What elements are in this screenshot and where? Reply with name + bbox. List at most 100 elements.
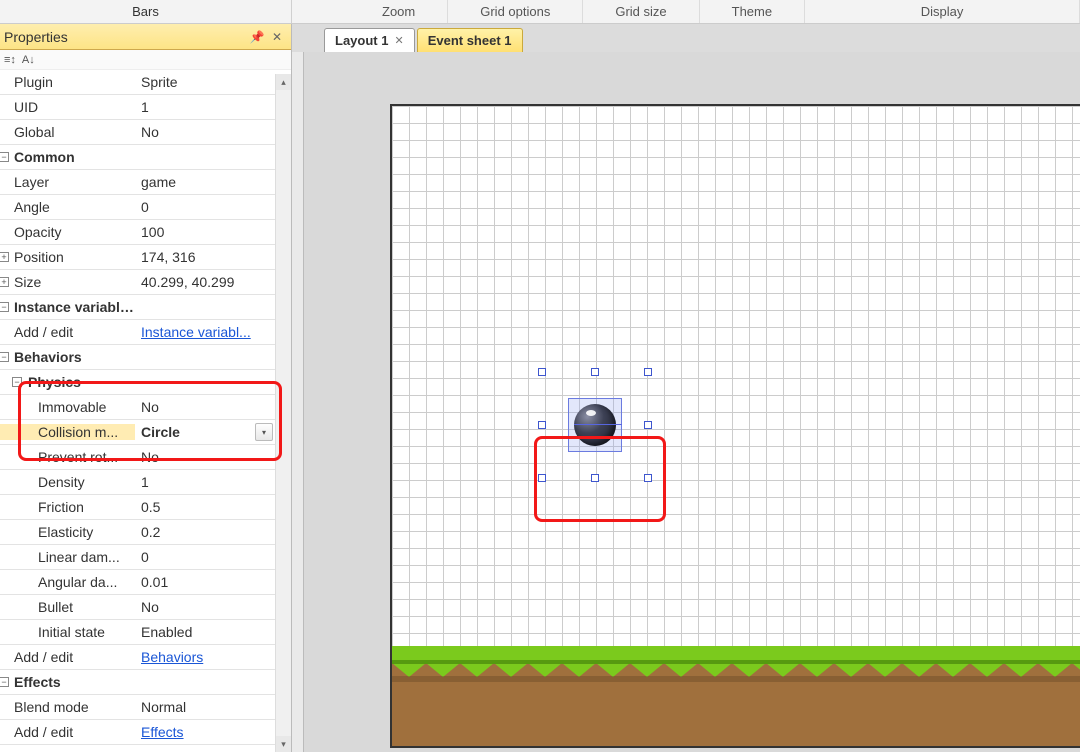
prop-addedit-behaviors: Add / edit Behaviors [0,645,291,670]
collapse-icon[interactable]: − [0,152,9,162]
prop-position: + Position 174, 316 [0,245,291,270]
resize-handle-se[interactable] [644,474,652,482]
resize-handle-n[interactable] [591,368,599,376]
prop-layer-value[interactable]: game [135,174,291,190]
prop-immovable-value[interactable]: No [135,399,291,415]
dropdown-icon[interactable]: ▾ [255,423,273,441]
prop-prevent-rotation-label: Prevent rot... [0,449,135,465]
properties-panel: Properties 📌 ✕ ≡↕ A↓ Plugin Sprite UID 1… [0,24,292,752]
prop-linear-damping: Linear dam... 0 [0,545,291,570]
prop-initial-state-value[interactable]: Enabled [135,624,291,640]
properties-title: Properties [4,29,245,45]
prop-density-value[interactable]: 1 [135,474,291,490]
collapse-icon[interactable]: − [0,677,9,687]
resize-handle-nw[interactable] [538,368,546,376]
prop-plugin: Plugin Sprite [0,70,291,95]
close-icon[interactable]: ✕ [269,29,285,45]
prop-blend-mode: Blend mode Normal [0,695,291,720]
prop-global-label: Global [0,124,135,140]
instance-variables-link[interactable]: Instance variabl... [135,324,291,340]
prop-global-value[interactable]: No [135,124,291,140]
selected-sprite-ball[interactable] [574,404,616,446]
tab-layout-1-label: Layout 1 [335,33,388,48]
properties-toolbar: ≡↕ A↓ [0,50,291,70]
prop-uid-label: UID [0,99,135,115]
properties-header: Properties 📌 ✕ [0,24,291,50]
prop-global: Global No [0,120,291,145]
prop-linear-damping-label: Linear dam... [0,549,135,565]
prop-initial-state: Initial state Enabled [0,620,291,645]
resize-handle-e[interactable] [644,421,652,429]
prop-elasticity-value[interactable]: 0.2 [135,524,291,540]
properties-list: Plugin Sprite UID 1 Global No − Common L… [0,70,291,752]
prop-prevent-rotation-value[interactable]: No [135,449,291,465]
prop-collision-mask-label: Collision m... [0,424,135,440]
tab-event-sheet-1-label: Event sheet 1 [428,33,512,48]
pin-icon[interactable]: 📌 [249,29,265,45]
prop-angle-value[interactable]: 0 [135,199,291,215]
section-common-label: Common [0,149,135,165]
layout-canvas[interactable] [292,52,1080,752]
collapse-icon[interactable]: − [0,302,9,312]
menu-item-grid-size[interactable]: Grid size [583,0,699,23]
prop-immovable-label: Immovable [0,399,135,415]
section-behaviors[interactable]: − Behaviors [0,345,291,370]
prop-friction-value[interactable]: 0.5 [135,499,291,515]
layout-area[interactable] [392,106,1080,746]
menu-item-bars[interactable]: Bars [0,0,292,23]
prop-opacity: Opacity 100 [0,220,291,245]
resize-handle-s[interactable] [591,474,599,482]
section-instance-variables[interactable]: − Instance variables [0,295,291,320]
expand-icon[interactable]: + [0,252,9,262]
prop-uid-value: 1 [135,99,291,115]
collapse-icon[interactable]: − [12,377,22,387]
canvas-ruler [292,52,304,752]
prop-friction-label: Friction [0,499,135,515]
effects-link[interactable]: Effects [135,724,291,740]
collapse-icon[interactable]: − [0,352,9,362]
resize-handle-w[interactable] [538,421,546,429]
resize-handle-sw[interactable] [538,474,546,482]
close-icon[interactable]: ✕ [394,34,403,47]
scroll-up-icon[interactable]: ▴ [276,74,291,90]
tab-event-sheet-1[interactable]: Event sheet 1 [417,28,523,52]
prop-blend-mode-value[interactable]: Normal [135,699,291,715]
ball-sprite[interactable] [574,404,616,446]
section-common[interactable]: − Common [0,145,291,170]
prop-elasticity-label: Elasticity [0,524,135,540]
prop-angle-label: Angle [0,199,135,215]
prop-size-value[interactable]: 40.299, 40.299 [135,274,291,290]
prop-collision-mask: Collision m... Circle ▾ [0,420,291,445]
prop-blend-mode-label: Blend mode [0,699,135,715]
expand-icon[interactable]: + [0,277,9,287]
prop-linear-damping-value[interactable]: 0 [135,549,291,565]
prop-friction: Friction 0.5 [0,495,291,520]
resize-handle-ne[interactable] [644,368,652,376]
menu-item-theme[interactable]: Theme [700,0,805,23]
categorize-icon[interactable]: ≡↕ [4,54,16,66]
section-physics[interactable]: − Physics [0,370,291,395]
properties-scrollbar[interactable]: ▴ ▾ [275,74,291,752]
prop-bullet-value[interactable]: No [135,599,291,615]
prop-addedit-label: Add / edit [0,649,135,665]
prop-opacity-value[interactable]: 100 [135,224,291,240]
top-menu-bar: Bars Zoom Grid options Grid size Theme D… [0,0,1080,24]
menu-item-grid-options[interactable]: Grid options [448,0,583,23]
prop-plugin-value[interactable]: Sprite [135,74,291,90]
prop-size: + Size 40.299, 40.299 [0,270,291,295]
prop-angle: Angle 0 [0,195,291,220]
tab-layout-1[interactable]: Layout 1 ✕ [324,28,415,52]
scroll-down-icon[interactable]: ▾ [276,736,291,752]
prop-uid: UID 1 [0,95,291,120]
menu-item-zoom[interactable]: Zoom [292,0,448,23]
prop-position-value[interactable]: 174, 316 [135,249,291,265]
prop-layer-label: Layer [0,174,135,190]
menu-item-display[interactable]: Display [805,0,1080,23]
section-effects[interactable]: − Effects [0,670,291,695]
prop-angular-damping-value[interactable]: 0.01 [135,574,291,590]
behaviors-link[interactable]: Behaviors [135,649,291,665]
sort-az-icon[interactable]: A↓ [22,54,35,66]
ground-tiles[interactable] [392,646,1080,746]
prop-elasticity: Elasticity 0.2 [0,520,291,545]
prop-position-label: Position [0,249,135,265]
